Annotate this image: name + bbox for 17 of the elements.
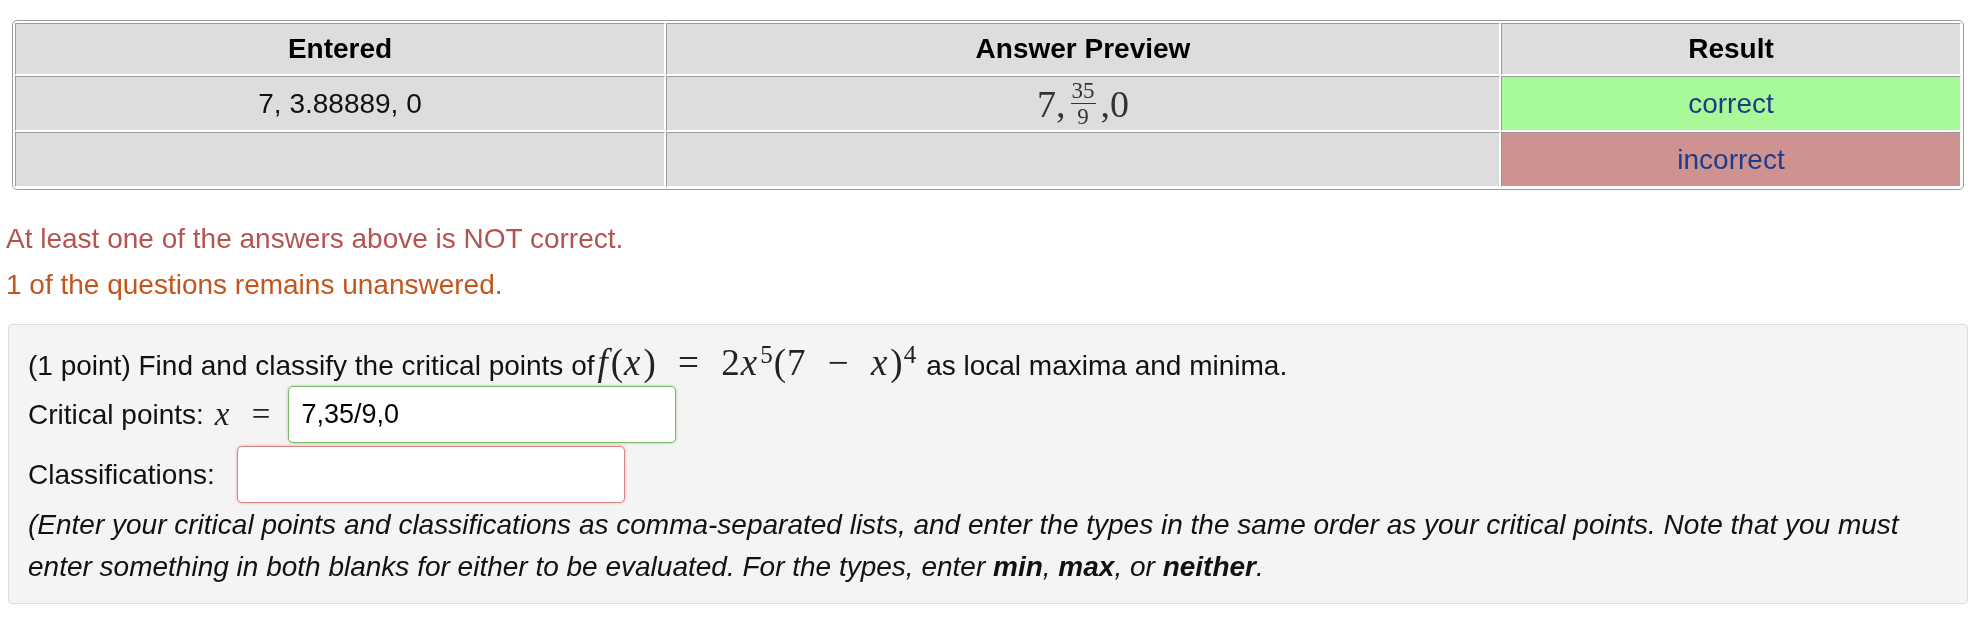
column-header: Answer Preview [666, 23, 1500, 75]
input-field[interactable]: 7,35/9,0 [288, 386, 677, 443]
warning-message: 1 of the questions remains unanswered. [6, 269, 503, 300]
math-formula: f(x) = 2x$^{5}$(7 − x)$^{4}$ [597, 344, 918, 381]
problem-statement: (1 point) Find and classify the critical points of [28, 349, 595, 383]
math-label: x = [214, 394, 271, 434]
field-label: Classifications: [28, 457, 215, 492]
column-header: Result [1501, 23, 1961, 75]
error-message: At least one of the answers above is NOT correct. [6, 223, 624, 254]
result-cell: correct [1501, 76, 1961, 131]
field-label: Critical points: [28, 397, 204, 432]
table-cell: 7, 3.88889, 0 [15, 76, 665, 131]
instructions-text: (Enter your critical points and classifications as comma-separated lists, and enter the types in the same order as your critical points. Note that you must enter something in both blanks for either to be evaluated. For the types, enter min, max, or neither. [28, 508, 1901, 584]
input-field[interactable] [236, 446, 625, 503]
column-header: Entered [15, 23, 665, 75]
problem-statement: as local maxima and minima. [926, 349, 1288, 383]
result-cell: incorrect [1501, 132, 1961, 187]
